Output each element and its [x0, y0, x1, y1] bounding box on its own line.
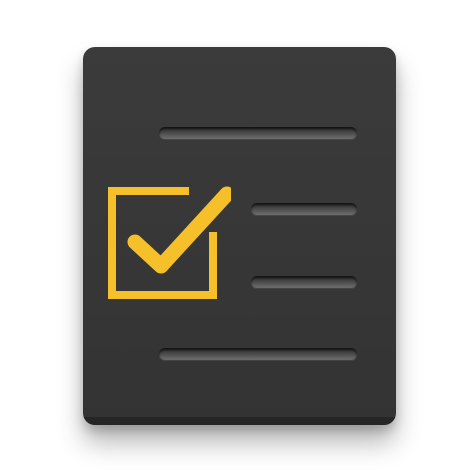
document-edge — [83, 417, 396, 425]
text-line-4 — [159, 348, 357, 360]
checkmark-icon — [108, 186, 231, 299]
text-line-3 — [251, 276, 357, 288]
text-line-1 — [159, 127, 357, 139]
checkbox-checked-icon — [101, 182, 231, 307]
text-line-2 — [251, 203, 357, 215]
checklist-icon — [0, 0, 474, 474]
checkbox-outline — [108, 187, 217, 299]
